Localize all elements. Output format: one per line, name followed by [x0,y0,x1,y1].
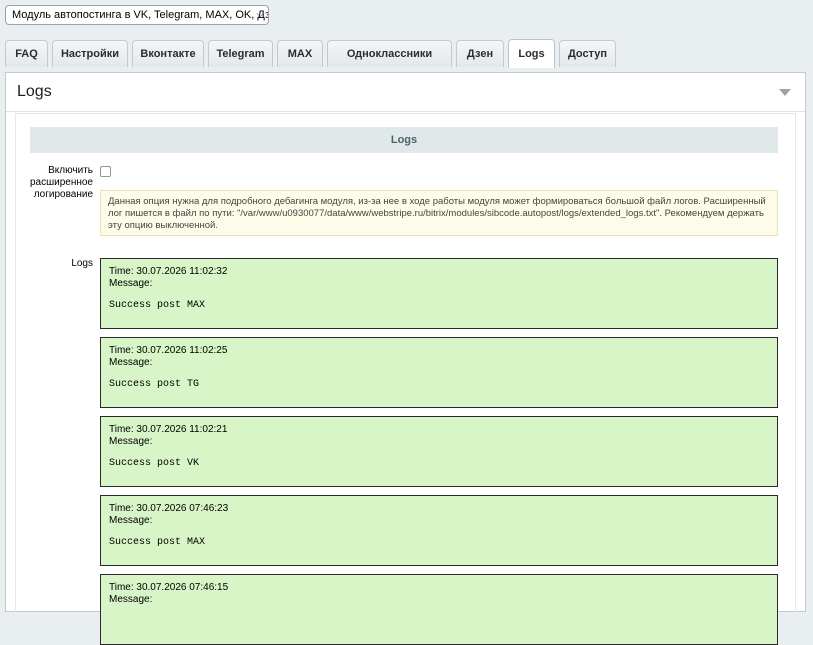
log-entry: Time: 30.07.2026 11:02:25 Message: Succe… [100,337,778,408]
log-message: Success post MAX [109,537,206,548]
extended-logging-label: Включить расширенное логирование [29,165,93,200]
panel-content: Logs Включить расширенное логирование Да… [15,113,796,645]
log-message: Success post MAX [109,300,206,311]
tab-logs[interactable]: Logs [508,39,555,68]
logs-label: Logs [71,258,93,269]
log-message: Success post VK [109,458,200,469]
collapse-arrow-icon[interactable] [779,89,791,96]
log-entry: Time: 30.07.2026 11:02:32 Message: Succe… [100,258,778,329]
log-message-label: Message: [109,278,153,289]
extended-logging-notice: Данная опция нужна для подробного дебаги… [100,190,778,236]
log-message-label: Message: [109,357,153,368]
tab-dzen[interactable]: Дзен [456,40,504,67]
panel-header: Logs [6,73,805,112]
module-select-value: Модуль автопостинга в VK, Telegram, MAX,… [12,9,269,21]
log-message-label: Message: [109,436,153,447]
tab-telegram[interactable]: Telegram [208,40,273,67]
log-entry: Time: 30.07.2026 07:46:15 Message: [100,574,778,645]
extended-logging-checkbox[interactable] [100,166,111,177]
tab-odnoklassniki[interactable]: Одноклассники [327,40,452,67]
panel-title: Logs [17,83,52,100]
tab-max[interactable]: MAX [277,40,323,67]
log-time: Time: 30.07.2026 11:02:32 [109,266,228,277]
section-title: Logs [30,127,778,153]
log-time: Time: 30.07.2026 07:46:23 [109,503,229,514]
tab-access[interactable]: Доступ [559,40,616,67]
tab-faq[interactable]: FAQ [5,40,48,67]
log-message: Success post TG [109,379,200,390]
log-time: Time: 30.07.2026 07:46:15 [109,582,229,593]
log-message-label: Message: [109,515,153,526]
logs-panel: Logs Logs Включить расширенное логирован… [5,72,806,645]
chevron-down-icon: ⌵ [256,9,264,20]
log-time: Time: 30.07.2026 11:02:25 [109,345,228,356]
log-entry: Time: 30.07.2026 11:02:21 Message: Succe… [100,416,778,487]
log-time: Time: 30.07.2026 11:02:21 [109,424,228,435]
log-message-label: Message: [109,594,153,605]
module-select[interactable]: Модуль автопостинга в VK, Telegram, MAX,… [5,5,269,25]
log-entry: Time: 30.07.2026 07:46:23 Message: Succe… [100,495,778,566]
tab-vkontakte[interactable]: Вконтакте [132,40,204,67]
tab-settings[interactable]: Настройки [52,40,128,67]
tab-bar: FAQ Настройки Вконтакте Telegram MAX Одн… [5,39,620,68]
